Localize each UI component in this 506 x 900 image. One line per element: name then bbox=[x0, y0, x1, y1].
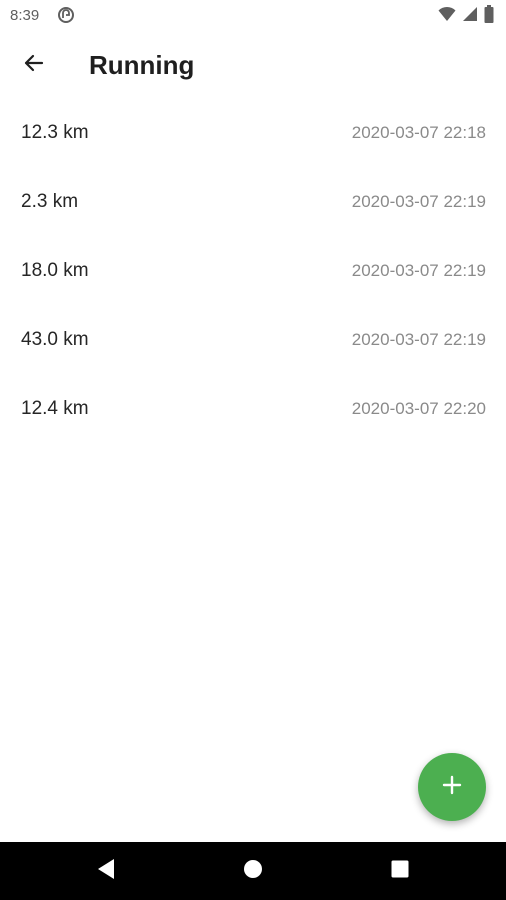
nav-recents-button[interactable] bbox=[385, 856, 415, 886]
nav-back-button[interactable] bbox=[91, 856, 121, 886]
notification-icon bbox=[57, 6, 75, 24]
add-icon bbox=[440, 773, 464, 802]
entry-date: 2020-03-07 22:19 bbox=[351, 261, 486, 280]
nav-home-button[interactable] bbox=[238, 856, 268, 886]
entry-distance: 18.0 km bbox=[21, 260, 89, 281]
list-item[interactable]: 12.4 km 2020-03-07 22:20 bbox=[0, 374, 506, 443]
list-item[interactable]: 12.3 km 2020-03-07 22:18 bbox=[0, 98, 506, 167]
status-icons bbox=[438, 4, 494, 28]
back-triangle-icon bbox=[96, 858, 116, 885]
list-item[interactable]: 2.3 km 2020-03-07 22:19 bbox=[0, 167, 506, 236]
home-circle-icon bbox=[243, 859, 263, 884]
signal-icon bbox=[462, 6, 478, 27]
entry-distance: 12.3 km bbox=[21, 122, 89, 143]
back-button[interactable] bbox=[16, 47, 52, 83]
entry-date: 2020-03-07 22:20 bbox=[351, 399, 486, 418]
status-time: 8:39 bbox=[10, 7, 40, 24]
list-item[interactable]: 43.0 km 2020-03-07 22:19 bbox=[0, 305, 506, 374]
status-bar: 8:39 bbox=[0, 0, 506, 32]
recents-square-icon bbox=[391, 860, 409, 883]
add-entry-button[interactable] bbox=[418, 753, 486, 821]
wifi-icon bbox=[438, 6, 456, 27]
arrow-back-icon bbox=[22, 51, 46, 80]
system-nav-bar bbox=[0, 842, 506, 900]
entry-date: 2020-03-07 22:19 bbox=[351, 192, 486, 211]
page-title: Running bbox=[89, 50, 195, 80]
app-bar: Running bbox=[0, 32, 506, 98]
entry-distance: 2.3 km bbox=[21, 191, 79, 212]
list-item[interactable]: 18.0 km 2020-03-07 22:19 bbox=[0, 236, 506, 305]
battery-icon bbox=[484, 4, 494, 28]
entry-date: 2020-03-07 22:19 bbox=[351, 330, 486, 349]
entry-distance: 43.0 km bbox=[21, 329, 89, 350]
running-entries-list: 12.3 km 2020-03-07 22:18 2.3 km 2020-03-… bbox=[0, 98, 506, 443]
entry-date: 2020-03-07 22:18 bbox=[351, 123, 486, 142]
entry-distance: 12.4 km bbox=[21, 398, 89, 419]
